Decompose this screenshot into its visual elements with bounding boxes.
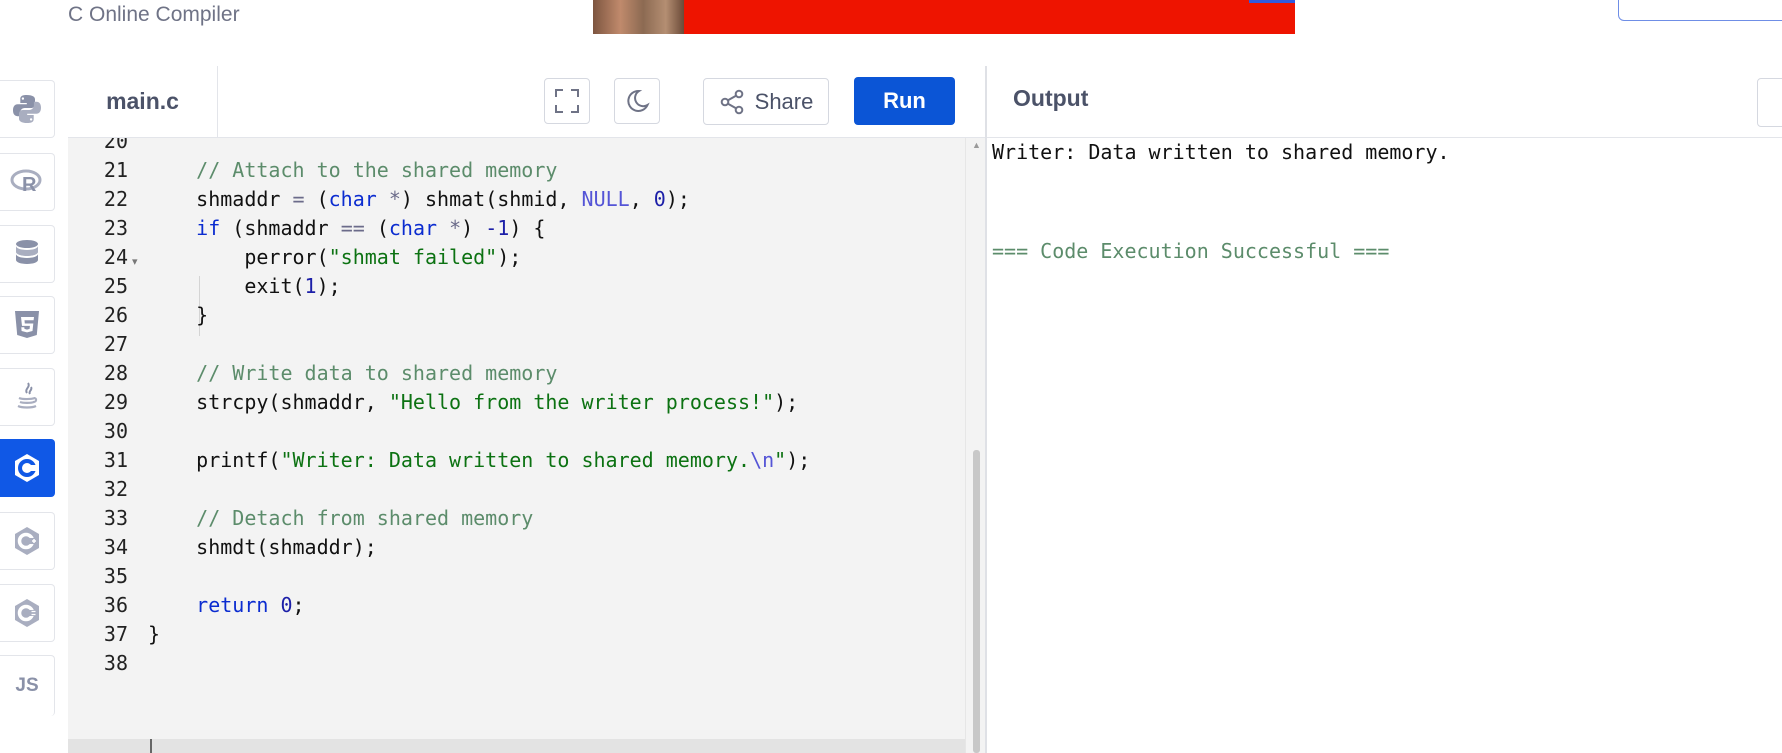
fullscreen-icon [555, 89, 579, 113]
code-line[interactable]: // Detach from shared memory [148, 506, 533, 530]
output-console: Writer: Data written to shared memory. =… [987, 138, 1782, 753]
line-number: 38 [103, 651, 128, 675]
line-number: 25 [103, 274, 128, 298]
active-line-highlight [68, 739, 965, 753]
python-icon [13, 95, 42, 123]
line-number: 26 [103, 303, 128, 327]
header-action-button[interactable] [1618, 0, 1782, 21]
line-number: 29 [103, 390, 128, 414]
svg-text:R: R [22, 174, 37, 196]
sidebar-item-r[interactable]: R [0, 153, 55, 211]
code-line[interactable]: // Attach to the shared memory [148, 158, 557, 182]
theme-toggle-button[interactable] [614, 78, 660, 124]
fold-arrow-icon[interactable]: ▾ [132, 255, 138, 268]
line-number: 31 [103, 448, 128, 472]
sidebar-item-cpp[interactable] [0, 512, 55, 570]
c-icon [15, 454, 39, 482]
code-line[interactable]: } [148, 303, 208, 327]
code-line[interactable]: strcpy(shmaddr, "Hello from the writer p… [148, 390, 798, 414]
line-number: 36 [103, 593, 128, 617]
code-editor[interactable]: 20 21 22 23 24 25 26 27 28 29 30 31 32 33 34 35 36 37 38 /… [68, 138, 985, 753]
line-number: 20 [103, 138, 128, 153]
moon-icon [627, 89, 650, 112]
advertisement-image [593, 0, 684, 34]
top-header: C Online Compiler [0, 0, 1782, 67]
cplusplus-icon [15, 527, 39, 555]
sidebar-item-java[interactable] [0, 368, 55, 426]
code-line[interactable]: return 0; [148, 593, 304, 617]
code-line[interactable]: perror("shmat failed"); [148, 245, 521, 269]
scroll-up-arrow-icon[interactable]: ▲ [972, 140, 981, 150]
java-icon [17, 382, 38, 409]
line-number: 28 [103, 361, 128, 385]
line-number: 32 [103, 477, 128, 501]
line-number: 27 [103, 332, 128, 356]
code-line[interactable]: exit(1); [148, 274, 340, 298]
code-line[interactable]: if (shmaddr == (char *) -1) { [148, 216, 545, 240]
advertisement-accent [1249, 0, 1295, 3]
line-number: 23 [103, 216, 128, 240]
share-button[interactable]: Share [703, 78, 829, 125]
line-number: 37 [103, 622, 128, 646]
text-cursor [150, 739, 152, 753]
execution-status-line: === Code Execution Successful === [992, 239, 1390, 263]
sidebar-item-c[interactable] [0, 439, 55, 497]
editor-toolbar: main.c Share Run [68, 66, 985, 138]
output-header: Output [987, 66, 1782, 138]
code-line[interactable]: } [148, 622, 160, 646]
share-label: Share [754, 88, 814, 114]
line-number: 22 [103, 187, 128, 211]
sidebar-item-python[interactable] [0, 80, 55, 138]
line-number: 35 [103, 564, 128, 588]
sidebar-item-javascript[interactable]: JS [0, 655, 55, 716]
clear-output-button[interactable] [1757, 78, 1782, 127]
sidebar-item-html[interactable] [0, 296, 55, 354]
database-icon [16, 240, 38, 264]
language-sidebar: R JS [0, 66, 69, 753]
csharp-icon [15, 599, 39, 627]
code-line[interactable]: printf("Writer: Data written to shared m… [148, 448, 810, 472]
line-number: 30 [103, 419, 128, 443]
sidebar-item-csharp[interactable] [0, 584, 55, 642]
code-line[interactable]: shmaddr = (char *) shmat(shmid, NULL, 0)… [148, 187, 690, 211]
run-button[interactable]: Run [854, 77, 955, 125]
sidebar-item-sql[interactable] [0, 225, 55, 283]
line-number: 34 [103, 535, 128, 559]
editor-scrollbar-thumb[interactable] [973, 450, 980, 753]
file-tab-main[interactable]: main.c [68, 66, 218, 137]
line-number: 21 [103, 158, 128, 182]
advertisement-banner[interactable] [593, 0, 1295, 34]
output-line: Writer: Data written to shared memory. [992, 140, 1450, 164]
javascript-icon: JS [15, 675, 39, 696]
code-line[interactable]: shmdt(shmaddr); [148, 535, 377, 559]
share-icon [720, 89, 743, 114]
fullscreen-button[interactable] [544, 78, 590, 124]
html5-icon [15, 311, 39, 338]
code-line[interactable]: // Write data to shared memory [148, 361, 557, 385]
r-icon: R [10, 169, 42, 196]
line-number: 24 [103, 245, 128, 269]
site-title[interactable]: C Online Compiler [68, 3, 240, 27]
line-number: 33 [103, 506, 128, 530]
output-title: Output [1013, 85, 1089, 111]
